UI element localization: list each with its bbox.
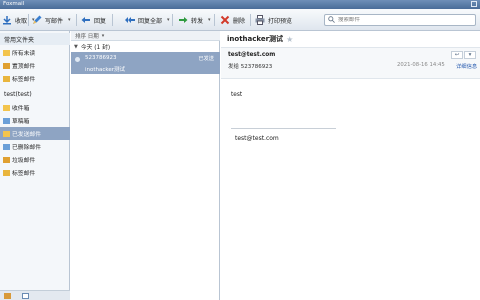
tag-icon [3, 169, 10, 176]
reader-from[interactable]: test@test.com [228, 52, 275, 58]
detail-link[interactable]: 详细信息 [456, 62, 477, 70]
reader-date: 2021-08-16 14:45 [397, 62, 445, 68]
toolbar-divider [112, 14, 113, 26]
calendar-icon[interactable] [22, 293, 29, 299]
sent-icon [3, 130, 10, 137]
message-signature: test@test.com [235, 135, 279, 142]
sidebar-item-label: 标签邮件 [12, 171, 36, 177]
sort-bar[interactable]: 排序 日期 ▾ [71, 31, 220, 41]
sidebar-item-sent[interactable]: 已发送邮件 [0, 127, 70, 140]
pen-icon [32, 15, 42, 25]
sidebar-item-label: 垃圾邮件 [12, 158, 36, 164]
sidebar-item-label: 草稿箱 [12, 119, 30, 125]
toolbar-divider [214, 14, 215, 26]
reply-label: 回复 [94, 17, 107, 25]
account-header[interactable]: test(test) [0, 88, 70, 100]
print-preview-button[interactable]: 打印预览 [255, 13, 292, 27]
delete-button[interactable]: 删除 [220, 13, 245, 27]
forward-label: 转发 [191, 17, 204, 25]
sidebar-item-drafts[interactable]: 草稿箱 [0, 114, 70, 127]
message-recipient: 523786923 [85, 55, 117, 61]
reader-subject-row: inothacker测试 ★ [227, 34, 293, 44]
compose-label: 写邮件 [45, 17, 64, 25]
toolbar-divider [172, 14, 173, 26]
print-preview-label: 打印预览 [268, 17, 293, 25]
status-dot-icon [75, 57, 80, 62]
contacts-icon[interactable] [4, 293, 11, 299]
trash-icon [3, 143, 10, 150]
forward-icon [178, 15, 188, 25]
search-input[interactable] [338, 17, 468, 23]
account-label: test(test) [4, 90, 32, 98]
signature-divider [231, 128, 336, 129]
sidebar-item-all-unread[interactable]: 所有未读 [0, 46, 70, 59]
chevron-down-icon[interactable]: ▾ [464, 51, 476, 59]
drafts-icon [3, 117, 10, 124]
sort-label: 排序 日期 [75, 33, 99, 40]
reply-icon[interactable]: ↩ [451, 51, 463, 59]
list-item[interactable]: 523786923 已发送 inothacker测试 [71, 52, 220, 74]
sidebar-item-tagged-account[interactable]: 标签邮件 [0, 166, 70, 179]
sidebar-item-label: 收件箱 [12, 106, 30, 112]
message-body: test [231, 92, 243, 98]
forward-button[interactable]: 转发 ▾ [178, 13, 211, 27]
minimize-icon[interactable] [471, 1, 477, 7]
collapse-icon[interactable]: ▼ [74, 44, 78, 50]
sidebar-item-pinned[interactable]: 置顶邮件 [0, 59, 70, 72]
reader-header: test@test.com 发给 523786923 2021-08-16 14… [221, 47, 480, 79]
chevron-down-icon[interactable]: ▾ [167, 17, 170, 23]
sidebar-footer [0, 290, 70, 300]
reader-actions: ↩ ▾ [451, 51, 476, 59]
compose-button[interactable]: 写邮件 ▾ [32, 13, 71, 27]
reading-pane: inothacker测试 ★ test@test.com 发给 52378692… [221, 31, 480, 300]
reader-to: 发给 523786923 [228, 64, 273, 70]
reader-subject: inothacker测试 [227, 35, 284, 43]
reply-icon [81, 15, 91, 25]
title-bar: Foxmail [0, 0, 480, 9]
delete-label: 删除 [233, 17, 246, 25]
folder-sidebar: 常用文件夹 所有未读 置顶邮件 标签邮件 test(test) 收件箱 草稿箱 … [0, 31, 70, 300]
sidebar-item-label: 标签邮件 [12, 77, 36, 83]
sidebar-item-tagged[interactable]: 标签邮件 [0, 72, 70, 85]
toolbar-divider [28, 14, 29, 26]
delete-icon [220, 15, 230, 25]
collect-button[interactable]: 收取 ▾ [2, 13, 35, 27]
message-subject: inothacker测试 [85, 67, 126, 73]
common-folders-header[interactable]: 常用文件夹 [0, 33, 70, 45]
sidebar-item-deleted[interactable]: 已删除邮件 [0, 140, 70, 153]
toolbar-divider [250, 14, 251, 26]
reply-all-button[interactable]: 回复全部 ▾ [125, 13, 170, 27]
chevron-down-icon[interactable]: ▾ [68, 17, 71, 23]
folder-icon [3, 49, 10, 56]
reply-button[interactable]: 回复 [81, 13, 106, 27]
common-folders-label: 常用文件夹 [4, 36, 35, 44]
collect-label: 收取 [15, 17, 28, 25]
reply-all-icon [125, 15, 135, 25]
printer-icon [255, 15, 265, 25]
tag-icon [3, 75, 10, 82]
collect-icon [2, 15, 12, 25]
window-title: Foxmail [3, 1, 25, 7]
chevron-down-icon[interactable]: ▾ [208, 17, 211, 23]
junk-icon [3, 156, 10, 163]
star-icon[interactable]: ★ [286, 35, 293, 44]
sidebar-item-label: 已发送邮件 [12, 132, 41, 138]
toolbar-divider [76, 14, 77, 26]
sidebar-item-label: 已删除邮件 [12, 145, 41, 151]
sidebar-item-label: 所有未读 [12, 51, 36, 57]
date-group-label: 今天 (1 封) [80, 45, 111, 51]
date-group-header[interactable]: ▼ 今天 (1 封) [71, 41, 220, 52]
pin-icon [3, 62, 10, 69]
inbox-icon [3, 104, 10, 111]
search-icon [328, 15, 335, 25]
search-box[interactable] [324, 14, 476, 26]
sidebar-item-inbox[interactable]: 收件箱 [0, 101, 70, 114]
sidebar-item-junk[interactable]: 垃圾邮件 [0, 153, 70, 166]
chevron-down-icon[interactable]: ▾ [102, 33, 105, 39]
reply-all-label: 回复全部 [138, 17, 163, 25]
message-list: 排序 日期 ▾ ▼ 今天 (1 封) 523786923 已发送 inothac… [71, 31, 220, 300]
sidebar-item-label: 置顶邮件 [12, 64, 36, 70]
message-status-label: 已发送 [198, 56, 214, 62]
toolbar: 收取 ▾ 写邮件 ▾ 回复 回复全部 ▾ 转发 ▾ 删除 打印预览 搜索邮件 [0, 9, 480, 31]
